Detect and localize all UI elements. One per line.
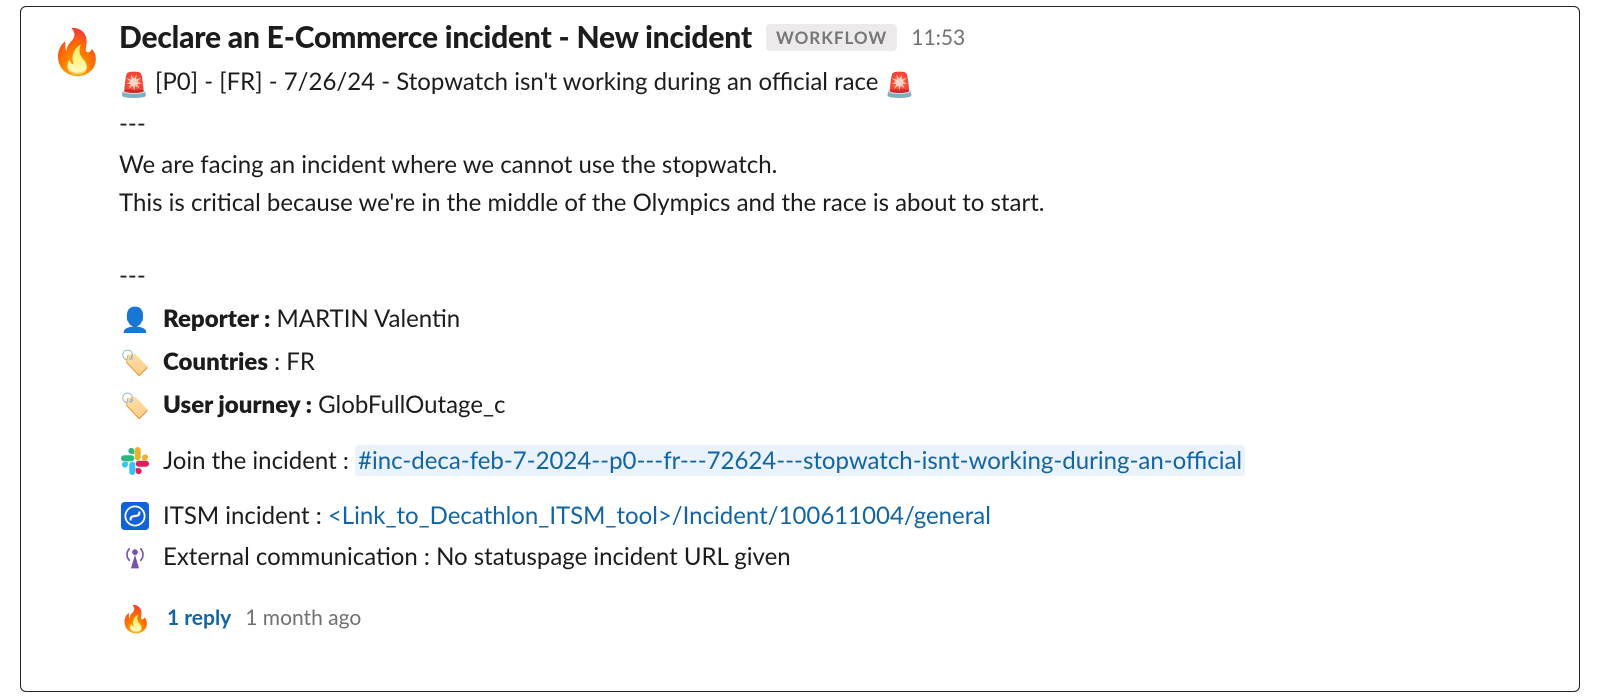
slack-message-card: 🔥 Declare an E-Commerce incident - New i…: [20, 6, 1580, 692]
join-incident-row: Join the incident : #inc-deca-feb-7-2024…: [119, 442, 1551, 479]
antenna-icon: [119, 544, 151, 570]
siren-icon: 🚨: [119, 66, 149, 103]
slack-icon: [119, 447, 151, 475]
siren-icon: 🚨: [885, 66, 915, 103]
itsm-row: ITSM incident : <Link_to_Decathlon_ITSM_…: [119, 497, 1551, 534]
reporter-value: MARTIN Valentin: [270, 304, 460, 333]
user-journey-value: GlobFullOutage_c: [312, 390, 505, 419]
incident-channel-link[interactable]: #inc-deca-feb-7-2024--p0---fr---72624---…: [355, 445, 1245, 476]
external-comm-row: External communication : No statuspage i…: [119, 538, 1551, 575]
incident-headline: 🚨 [P0] - [FR] - 7/26/24 - Stopwatch isn'…: [119, 63, 1551, 103]
tag-icon: 🏷️: [119, 344, 151, 381]
workflow-badge: WORKFLOW: [766, 24, 897, 51]
user-journey-row: 🏷️ User journey : GlobFullOutage_c: [119, 386, 1551, 423]
incident-headline-text: [P0] - [FR] - 7/26/24 - Stopwatch isn't …: [149, 67, 885, 96]
reply-age: 1 month ago: [245, 602, 361, 635]
person-silhouette-icon: 👤: [119, 301, 151, 338]
reply-count[interactable]: 1 reply: [167, 602, 231, 635]
incident-description-line: We are facing an incident where we canno…: [119, 146, 1551, 183]
reporter-label: Reporter :: [163, 304, 270, 333]
reporter-row: 👤 Reporter : MARTIN Valentin: [119, 300, 1551, 337]
thread-reply-avatar: 🔥: [119, 601, 153, 635]
join-label: Join the incident :: [163, 446, 355, 475]
incident-description-line: This is critical because we're in the mi…: [119, 184, 1551, 221]
tag-icon: 🏷️: [119, 387, 151, 424]
thread-summary[interactable]: 🔥 1 reply 1 month ago: [119, 601, 1551, 635]
countries-label: Countries: [163, 347, 268, 376]
user-journey-label: User journey :: [163, 390, 312, 419]
external-comm-label: External communication :: [163, 542, 436, 571]
separator: ---: [119, 257, 1551, 294]
itsm-label: ITSM incident :: [163, 501, 328, 530]
countries-value: : FR: [268, 347, 315, 376]
message-timestamp[interactable]: 11:53: [911, 25, 965, 50]
itsm-app-icon: [119, 502, 151, 530]
separator: ---: [119, 105, 1551, 142]
external-comm-value: No statuspage incident URL given: [436, 542, 791, 571]
bot-avatar[interactable]: 🔥: [49, 23, 105, 79]
message-title[interactable]: Declare an E-Commerce incident - New inc…: [119, 19, 752, 55]
countries-row: 🏷️ Countries : FR: [119, 343, 1551, 380]
itsm-link[interactable]: <Link_to_Decathlon_ITSM_tool>/Incident/1…: [328, 501, 991, 530]
